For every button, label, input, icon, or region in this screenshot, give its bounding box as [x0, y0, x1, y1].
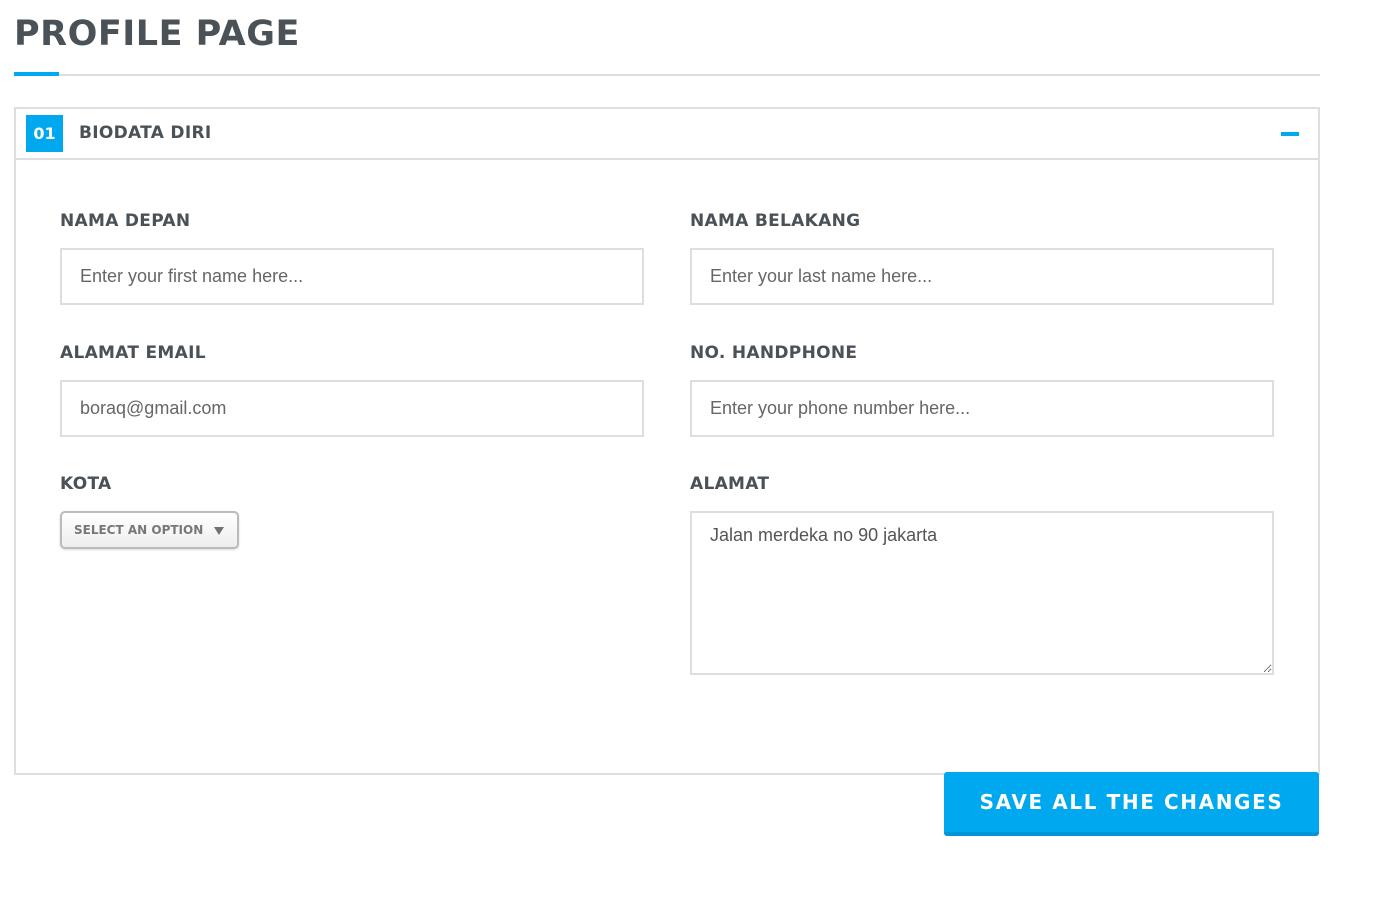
email-label: ALAMAT EMAIL	[60, 343, 206, 363]
address-textarea[interactable]: Jalan merdeka no 90 jakarta	[690, 511, 1274, 675]
panel-header[interactable]: 01 BIODATA DIRI	[16, 109, 1318, 160]
title-accent-bar	[14, 72, 59, 76]
page-title: PROFILE PAGE	[14, 14, 300, 54]
last-name-input[interactable]	[690, 248, 1274, 305]
profile-page: PROFILE PAGE 01 BIODATA DIRI NAMA DEPAN …	[0, 0, 1382, 901]
section-number-badge: 01	[26, 115, 63, 152]
title-divider	[14, 74, 1320, 76]
city-select[interactable]: SELECT AN OPTION	[60, 511, 239, 549]
phone-input[interactable]	[690, 380, 1274, 437]
first-name-label: NAMA DEPAN	[60, 211, 191, 231]
address-label: ALAMAT	[690, 474, 770, 494]
phone-label: NO. HANDPHONE	[690, 343, 858, 363]
section-title: BIODATA DIRI	[79, 123, 212, 143]
city-select-value: SELECT AN OPTION	[74, 523, 204, 537]
city-label: KOTA	[60, 474, 112, 494]
email-input[interactable]	[60, 380, 644, 437]
save-all-changes-button[interactable]: SAVE ALL THE CHANGES	[944, 772, 1319, 836]
last-name-label: NAMA BELAKANG	[690, 211, 861, 231]
first-name-input[interactable]	[60, 248, 644, 305]
biodata-panel: 01 BIODATA DIRI NAMA DEPAN NAMA BELAKANG…	[14, 107, 1320, 775]
triangle-down-icon	[214, 527, 224, 535]
minus-icon[interactable]	[1280, 129, 1300, 139]
